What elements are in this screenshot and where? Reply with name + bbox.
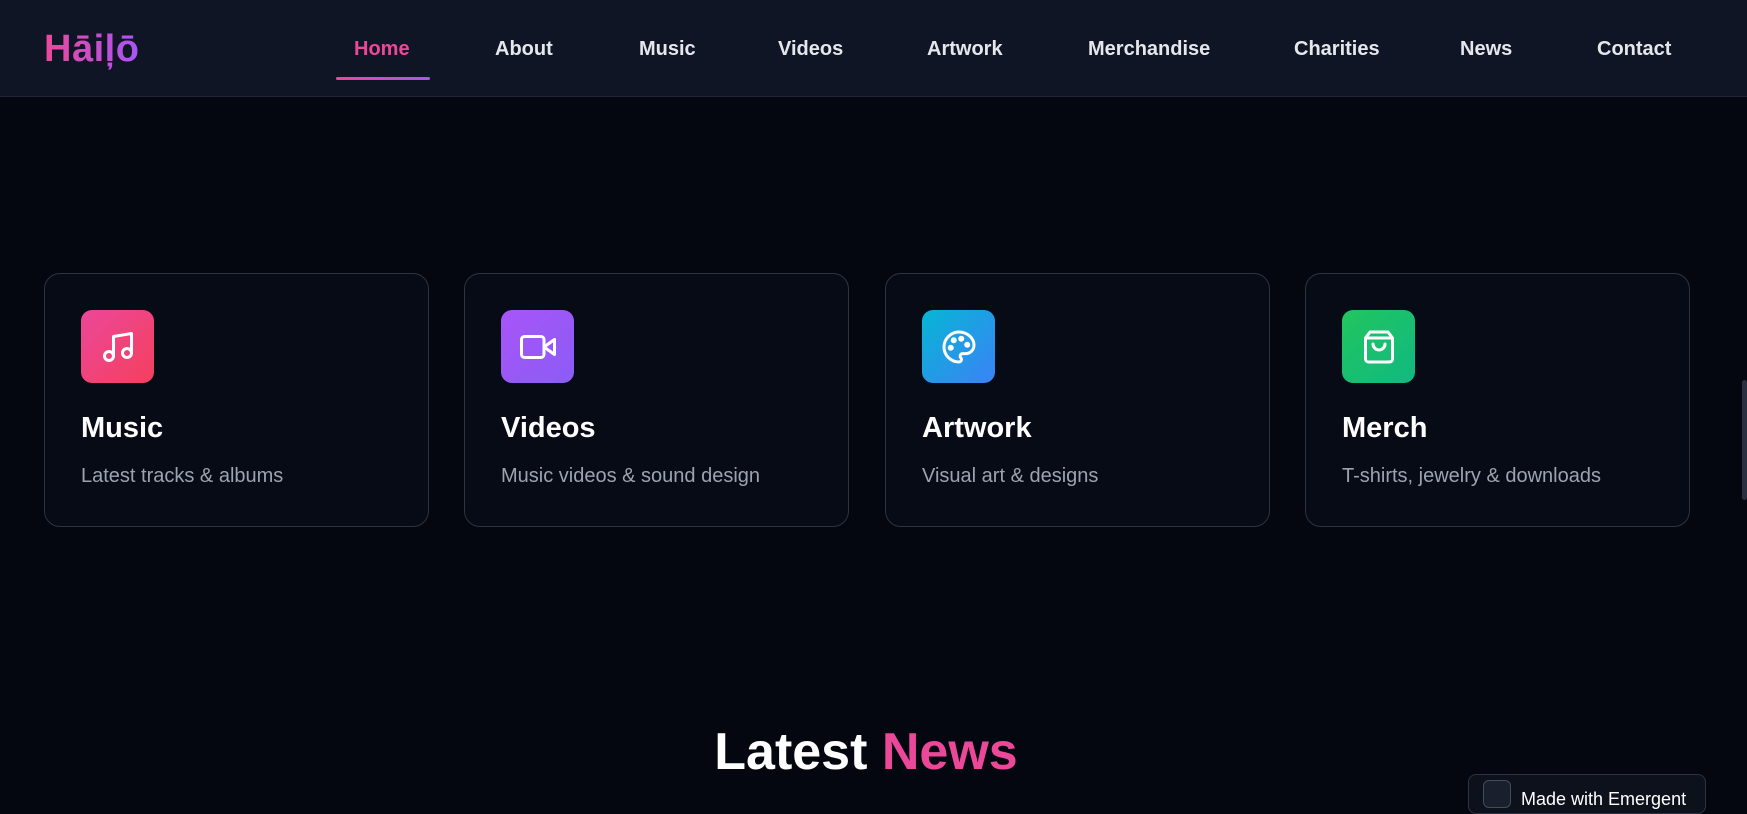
nav-news[interactable]: News [1460, 36, 1512, 62]
nav-home[interactable]: Home [354, 36, 410, 62]
top-navbar: Hāiļō Home About Music Videos Artwork Me… [0, 0, 1747, 97]
nav-about[interactable]: About [495, 36, 553, 62]
badge-text: Made with Emergent [1521, 789, 1687, 809]
category-card-merch[interactable]: Merch T-shirts, jewelry & downloads [1305, 273, 1690, 527]
scrollbar-thumb[interactable] [1742, 380, 1747, 500]
made-with-badge[interactable]: Made with Emergent [1468, 774, 1706, 814]
card-description: Latest tracks & albums [81, 465, 284, 487]
shopping-bag-icon [1342, 310, 1415, 383]
music-note-icon [81, 310, 154, 383]
nav-music[interactable]: Music [639, 36, 696, 62]
nav-videos[interactable]: Videos [778, 36, 843, 62]
nav-artwork[interactable]: Artwork [927, 36, 1003, 62]
video-camera-icon [501, 310, 574, 383]
category-card-videos[interactable]: Videos Music videos & sound design [464, 273, 849, 527]
nav-contact[interactable]: Contact [1597, 36, 1671, 62]
emergent-logo-icon [1483, 780, 1511, 808]
brand-logo[interactable]: Hāiļō [44, 26, 139, 72]
nav-charities[interactable]: Charities [1294, 36, 1380, 62]
palette-icon [922, 310, 995, 383]
heading-word-latest: Latest [714, 723, 868, 781]
card-description: Music videos & sound design [501, 465, 761, 487]
card-description: T-shirts, jewelry & downloads [1342, 465, 1601, 487]
card-title: Merch [1342, 412, 1428, 444]
card-title: Music [81, 412, 164, 444]
card-description: Visual art & designs [922, 465, 1099, 487]
nav-merchandise[interactable]: Merchandise [1088, 36, 1210, 62]
category-card-music[interactable]: Music Latest tracks & albums [44, 273, 429, 527]
heading-word-news: News [881, 723, 1018, 781]
category-card-artwork[interactable]: Artwork Visual art & designs [885, 273, 1270, 527]
card-title: Videos [501, 412, 596, 444]
card-title: Artwork [922, 412, 1032, 444]
active-nav-indicator [336, 77, 430, 80]
